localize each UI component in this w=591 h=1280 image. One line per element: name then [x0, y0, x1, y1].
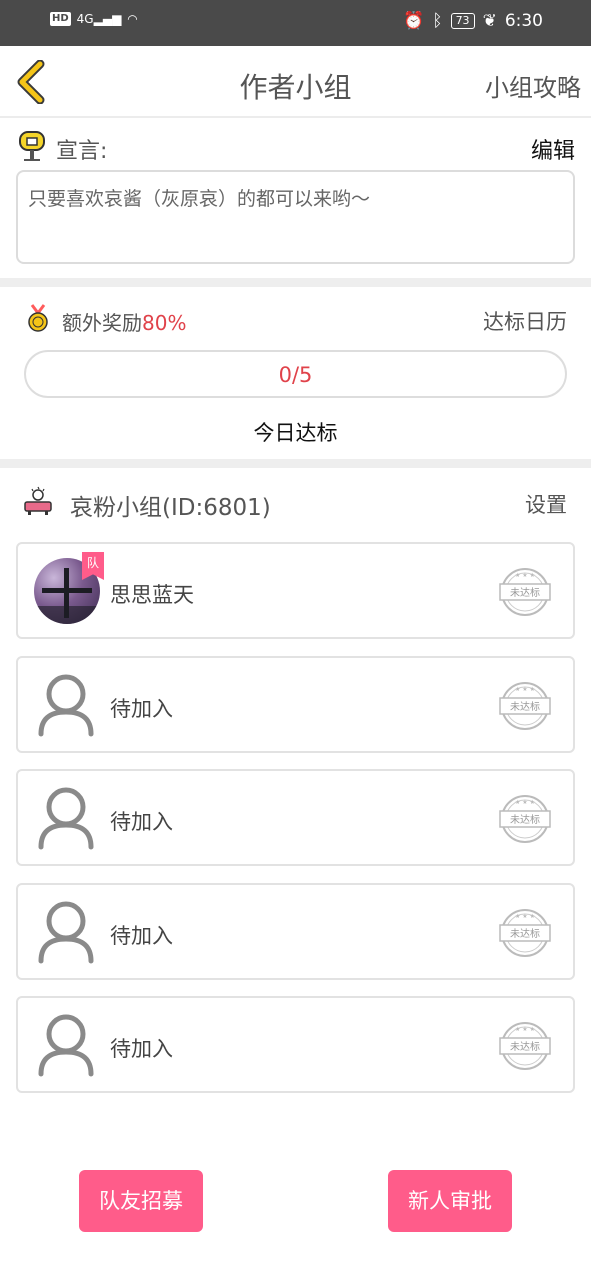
member-name: 思思蓝天: [110, 583, 194, 607]
not-achieved-stamp: 未达标 ★ ★ ★: [499, 795, 551, 843]
svg-text:未达标: 未达标: [510, 701, 540, 713]
status-left: HD 4G▂▄▆ ◠: [50, 12, 138, 26]
not-achieved-stamp: 未达标 ★ ★ ★: [499, 1022, 551, 1070]
svg-text:未达标: 未达标: [510, 814, 540, 826]
extra-reward-label: 额外奖励80%: [62, 307, 186, 336]
status-right: ⏰ ᛒ 73 ❦ 6:30: [403, 11, 543, 31]
reward-section: 额外奖励80% 达标日历 0/5 今日达标: [0, 287, 591, 459]
svg-text:★ ★ ★: ★ ★ ★: [515, 799, 535, 806]
leaf-icon: ❦: [482, 11, 497, 31]
group-header: 哀粉小组(ID:6801) 设置: [0, 468, 591, 536]
not-achieved-stamp: 未达标 ★ ★ ★: [499, 909, 551, 957]
mailbox-icon: [19, 131, 45, 161]
approve-newcomers-button[interactable]: 新人审批: [388, 1170, 512, 1232]
goal-progress-bar: 0/5: [24, 350, 567, 398]
member-name: 待加入: [110, 697, 173, 721]
svg-text:未达标: 未达标: [510, 928, 540, 940]
manifesto-text: 只要喜欢哀酱（灰原哀）的都可以来哟～: [16, 170, 575, 264]
svg-text:★ ★ ★: ★ ★ ★: [515, 1026, 535, 1033]
status-time: 6:30: [504, 11, 543, 31]
group-guide-link[interactable]: 小组攻略: [485, 68, 581, 103]
medal-icon: [28, 304, 48, 332]
battery-icon: 73: [450, 13, 475, 29]
alarm-icon: ⏰: [403, 11, 425, 31]
edit-manifesto-button[interactable]: 编辑: [531, 133, 575, 165]
group-title: 哀粉小组(ID:6801): [70, 495, 271, 521]
member-card[interactable]: 队 思思蓝天 未达标 ★ ★ ★: [16, 542, 575, 639]
member-card[interactable]: 待加入 未达标 ★ ★ ★: [16, 996, 575, 1093]
extra-reward-text: 额外奖励: [62, 311, 142, 335]
user-placeholder-icon: [38, 1014, 94, 1077]
member-name: 待加入: [110, 924, 173, 948]
manifesto-section: 宣言: 编辑 只要喜欢哀酱（灰原哀）的都可以来哟～: [0, 120, 591, 278]
bluetooth-icon: ᛒ: [432, 11, 443, 31]
section-divider: [0, 459, 591, 468]
svg-text:未达标: 未达标: [510, 587, 540, 599]
network-icon: 4G▂▄▆: [76, 12, 122, 26]
svg-text:★ ★ ★: ★ ★ ★: [515, 572, 535, 579]
today-goal-label: 今日达标: [253, 421, 338, 445]
recruit-teammates-button[interactable]: 队友招募: [79, 1170, 203, 1232]
member-card[interactable]: 待加入 未达标 ★ ★ ★: [16, 883, 575, 980]
calendar-link[interactable]: 达标日历: [483, 306, 567, 336]
group-settings-button[interactable]: 设置: [525, 489, 567, 519]
manifesto-label: 宣言:: [56, 139, 108, 164]
progress-text: 0/5: [278, 363, 313, 387]
wifi-icon: ◠: [127, 12, 138, 26]
svg-text:★ ★ ★: ★ ★ ★: [515, 913, 535, 920]
user-placeholder-icon: [38, 674, 94, 737]
user-placeholder-icon: [38, 787, 94, 850]
member-card[interactable]: 待加入 未达标 ★ ★ ★: [16, 656, 575, 753]
extra-reward-percent: 80%: [142, 311, 187, 335]
user-placeholder-icon: [38, 901, 94, 964]
svg-text:★ ★ ★: ★ ★ ★: [515, 686, 535, 693]
team-icon: [24, 486, 52, 515]
hd-icon: HD: [50, 12, 71, 26]
section-divider: [0, 278, 591, 287]
status-bar: HD 4G▂▄▆ ◠ ⏰ ᛒ 73 ❦ 6:30: [0, 0, 591, 46]
app-header: 作者小组 小组攻略: [0, 46, 591, 118]
member-card[interactable]: 待加入 未达标 ★ ★ ★: [16, 769, 575, 866]
svg-text:未达标: 未达标: [510, 1041, 540, 1053]
not-achieved-stamp: 未达标 ★ ★ ★: [499, 568, 551, 616]
member-name: 待加入: [110, 810, 173, 834]
member-name: 待加入: [110, 1037, 173, 1061]
not-achieved-stamp: 未达标 ★ ★ ★: [499, 682, 551, 730]
